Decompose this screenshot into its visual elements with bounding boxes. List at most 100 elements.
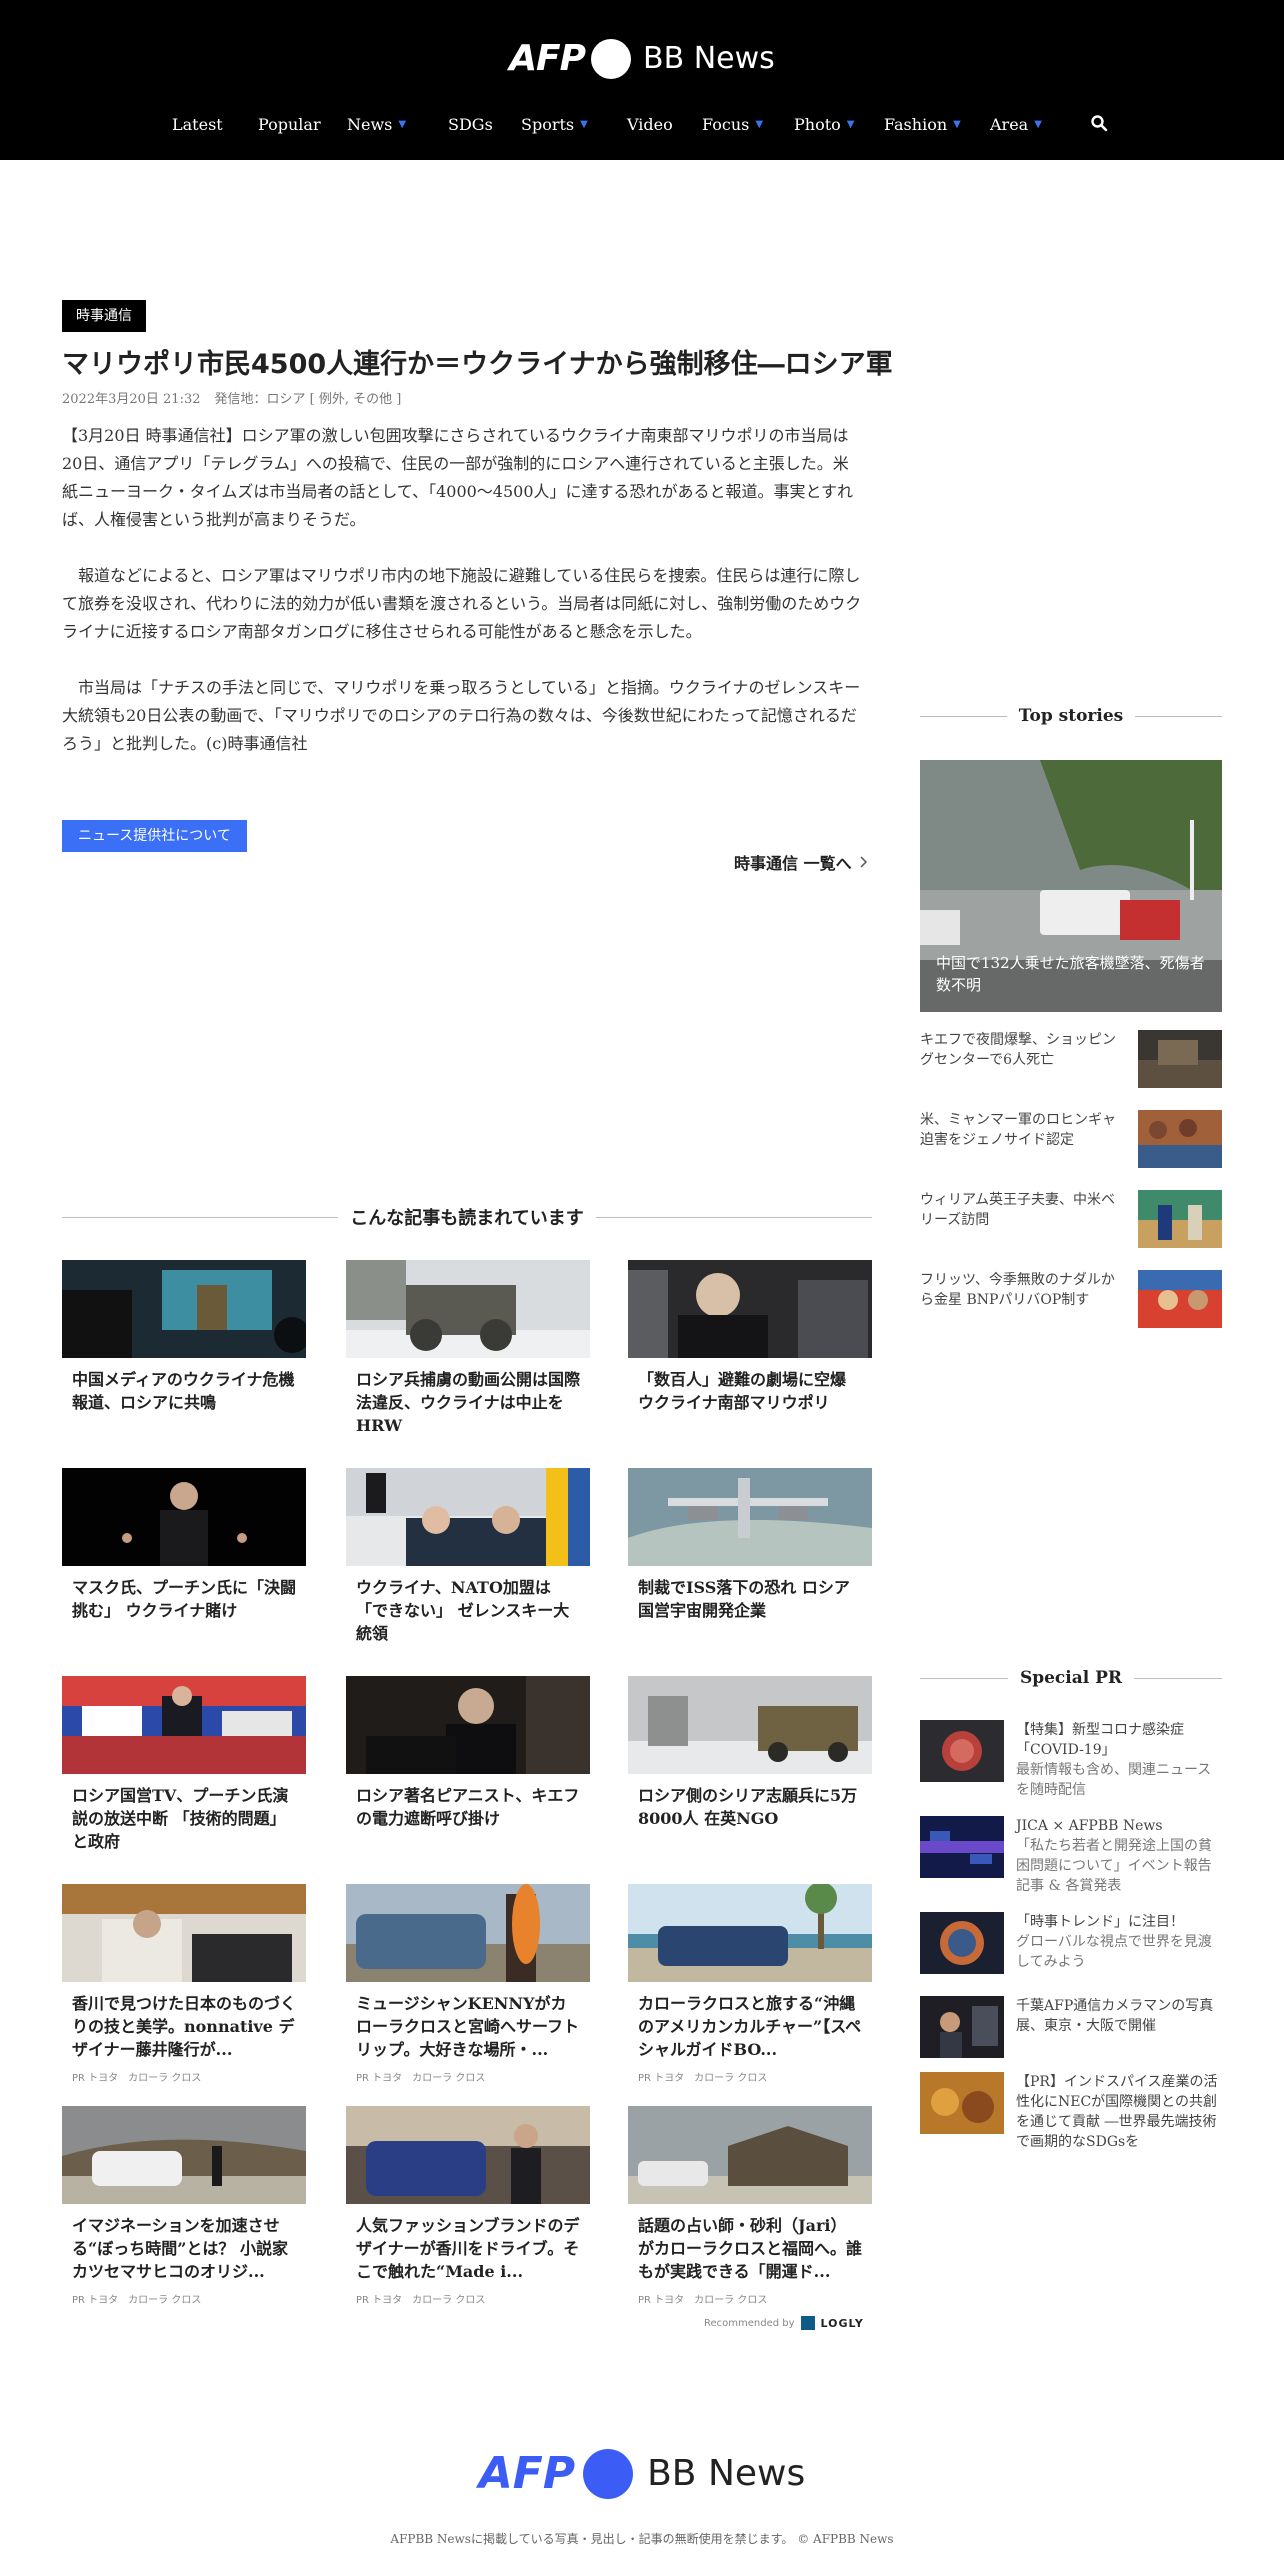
card-title: マスク氏、プーチン氏に「決闘挑む」 ウクライナ賭け — [72, 1578, 297, 1620]
recommended-card[interactable]: ロシア国営TV、プーチン氏演説の放送中断 「技術的問題」と政府 — [62, 1676, 306, 1853]
recommended-card[interactable]: マスク氏、プーチン氏に「決闘挑む」 ウクライナ賭け — [62, 1468, 306, 1622]
recommended-card[interactable]: ロシア側のシリア志願兵に5万8000人 在英NGO — [628, 1676, 872, 1830]
recommended-card[interactable]: ウクライナ、NATO加盟は「できない」 ゼレンスキー大統領 — [346, 1468, 590, 1645]
top-stories-heading-text: Top stories — [1018, 706, 1124, 726]
thumbnail-image — [346, 1468, 590, 1566]
nav-latest[interactable]: Latest — [172, 115, 223, 134]
top-story-title: 米、ミャンマー軍のロヒンギャ迫害をジェノサイド認定 — [920, 1112, 1116, 1148]
card-title: ウクライナ、NATO加盟は「できない」 ゼレンスキー大統領 — [356, 1578, 570, 1643]
special-pr-item[interactable]: JICA × AFPBB News 「私たち若者と開発途上国の貧困問題について」イ… — [920, 1816, 1222, 1896]
recommended-card[interactable]: カローラクロスと旅する“沖縄のアメリカンカルチャー”【スペシャルガイドBO...… — [628, 1884, 872, 2084]
nav-focus[interactable]: Focus ▼ — [702, 115, 763, 134]
source-badge[interactable]: 時事通信 — [62, 300, 146, 332]
card-title: 「数百人」避難の劇場に空爆 ウクライナ南部マリウポリ — [638, 1370, 847, 1412]
recommended-card[interactable]: 人気ファッションブランドのデザイナーが香川をドライブ。そこで触れた“Made i… — [346, 2106, 590, 2306]
top-story-thumb — [1138, 1190, 1222, 1248]
thumbnail-image — [62, 1468, 306, 1566]
footer-logo[interactable]: AFP BB News — [0, 2448, 1284, 2499]
special-pr-item[interactable]: 千葉AFP通信カメラマンの写真展、東京・大阪で開催 — [920, 1996, 1222, 2058]
article-paragraph: 【3月20日 時事通信社】ロシア軍の激しい包囲攻撃にさらされているウクライナ南東… — [62, 426, 854, 529]
divider — [595, 1216, 872, 1218]
top-story-thumb — [1138, 1270, 1222, 1328]
recommended-card[interactable]: 制裁でISS落下の恐れ ロシア国営宇宙開発企業 — [628, 1468, 872, 1622]
card-title: ロシア国営TV、プーチン氏演説の放送中断 「技術的問題」と政府 — [72, 1786, 289, 1851]
special-pr-item[interactable]: 「時事トレンド」に注目！ グローバルな視点で世界を見渡してみよう — [920, 1912, 1222, 1974]
nav-sports[interactable]: Sports ▼ — [521, 115, 588, 134]
thumbnail-image — [62, 1676, 306, 1774]
nav-news[interactable]: News ▼ — [347, 115, 406, 134]
card-title: ミュージシャンKENNYがカローラクロスと宮崎へサーフトリップ。大好きな場所・.… — [356, 1994, 580, 2059]
nav-popular[interactable]: Popular — [258, 115, 321, 134]
nav-label: Photo — [794, 114, 841, 134]
logo-afp-text: AFP — [509, 38, 586, 79]
thumbnail-image — [628, 1676, 872, 1774]
pr-item-sub: 最新情報も含め、関連ニュースを随時配信 — [1016, 1762, 1212, 1798]
pr-item-text: 「時事トレンド」に注目！ グローバルな視点で世界を見渡してみよう — [1016, 1912, 1222, 1974]
nav-sdgs[interactable]: SDGs — [448, 115, 493, 134]
pr-label: PR トヨタ カローラ クロス — [72, 2295, 202, 2306]
pr-label: PR トヨタ カローラ クロス — [356, 2295, 486, 2306]
recommended-card[interactable]: 「数百人」避難の劇場に空爆 ウクライナ南部マリウポリ — [628, 1260, 872, 1414]
provider-info-button[interactable]: ニュース提供社について — [62, 820, 247, 852]
article-paragraph: 報道などによると、ロシア軍はマリウポリ市内の地下施設に避難している住民らを捜索。… — [62, 566, 862, 641]
footer-logo-bb-text: BB News — [647, 2453, 806, 2494]
top-story-title: キエフで夜間爆撃、ショッピングセンターで6人死亡 — [920, 1032, 1116, 1068]
pr-item-text: 千葉AFP通信カメラマンの写真展、東京・大阪で開催 — [1016, 1996, 1222, 2058]
top-story-item[interactable]: 米、ミャンマー軍のロヒンギャ迫害をジェノサイド認定 — [920, 1110, 1222, 1172]
nav-label: Fashion — [884, 114, 948, 134]
logly-logo-text: LOGLY — [820, 2316, 864, 2330]
card-title: ロシア著名ピアニスト、キエフの電力遮断呼び掛け — [356, 1786, 580, 1828]
footer-logo-ball-icon — [583, 2448, 634, 2499]
recommended-card[interactable]: ロシア著名ピアニスト、キエフの電力遮断呼び掛け — [346, 1676, 590, 1830]
top-story-item[interactable]: フリッツ、今季無敗のナダルから金星 BNPパリバOP制す — [920, 1270, 1222, 1332]
recommended-card[interactable]: ミュージシャンKENNYがカローラクロスと宮崎へサーフトリップ。大好きな場所・.… — [346, 1884, 590, 2084]
chevron-down-icon: ▼ — [1034, 118, 1042, 130]
nav-label: Area — [990, 114, 1029, 134]
recommended-card[interactable]: ロシア兵捕虜の動画公開は国際法違反、ウクライナは中止を HRW — [346, 1260, 590, 1437]
top-story-item[interactable]: キエフで夜間爆撃、ショッピングセンターで6人死亡 — [920, 1030, 1222, 1092]
chevron-down-icon: ▼ — [755, 118, 764, 130]
recommended-card[interactable]: 話題の占い師・砂利（Jari）がカローラクロスと福岡へ。誰もが実践できる「開運ド… — [628, 2106, 872, 2306]
recommended-card[interactable]: 中国メディアのウクライナ危機報道、ロシアに共鳴 — [62, 1260, 306, 1414]
pr-item-title: JICA × AFPBB News — [1016, 1818, 1163, 1834]
nav-fashion[interactable]: Fashion ▼ — [884, 115, 961, 134]
pr-item-title: 千葉AFP通信カメラマンの写真展、東京・大阪で開催 — [1016, 1998, 1214, 2034]
special-pr-item[interactable]: 【PR】インドスパイス産業の活性化にNECが国際機関との共創を通じて貢献 ―世界… — [920, 2072, 1222, 2152]
pr-label: PR トヨタ カローラ クロス — [638, 2295, 768, 2306]
card-title: 中国メディアのウクライナ危機報道、ロシアに共鳴 — [72, 1370, 295, 1412]
site-header: AFP BB News Latest Popular News ▼ SDGs Sp… — [0, 0, 1284, 160]
top-story-hero[interactable]: 中国で132人乗せた旅客機墜落、死傷者数不明 — [920, 760, 1222, 1012]
card-title: イマジネーションを加速させる“ぼっち時間”とは？ 小説家カツセマサヒコのオリジ.… — [72, 2216, 288, 2281]
pr-item-sub: 「私たち若者と開発途上国の貧困問題について」イベント報告記事 & 各賞発表 — [1016, 1838, 1212, 1894]
nav-photo[interactable]: Photo ▼ — [794, 115, 854, 134]
divider — [62, 1216, 339, 1218]
card-title: ロシア側のシリア志願兵に5万8000人 在英NGO — [638, 1786, 858, 1828]
search-icon[interactable] — [1090, 114, 1108, 132]
nav-label: Video — [627, 114, 673, 134]
pr-item-text: 【PR】インドスパイス産業の活性化にNECが国際機関との共創を通じて貢献 ―世界… — [1016, 2072, 1222, 2152]
recommended-by[interactable]: Recommended by LOGLY — [704, 2316, 864, 2330]
nav-video[interactable]: Video — [627, 115, 673, 134]
special-pr-heading-text: Special PR — [1019, 1668, 1123, 1688]
thumbnail-image — [628, 1884, 872, 1982]
article-date: 2022年3月20日 21:32 — [62, 392, 201, 407]
chevron-down-icon: ▼ — [846, 118, 855, 130]
top-story-item[interactable]: ウィリアム英王子夫妻、中米ベリーズ訪問 — [920, 1190, 1222, 1252]
recommended-card[interactable]: イマジネーションを加速させる“ぼっち時間”とは？ 小説家カツセマサヒコのオリジ.… — [62, 2106, 306, 2306]
provider-list-label: 時事通信 一覧へ — [734, 854, 852, 873]
thumbnail-image — [628, 1468, 872, 1566]
provider-list-link[interactable]: 時事通信 一覧へ — [734, 850, 868, 874]
recommended-card[interactable]: 香川で見つけた日本のものづくりの技と美学。nonnative デザイナー藤井隆行… — [62, 1884, 306, 2084]
thumbnail-image — [62, 1884, 306, 1982]
special-pr-item[interactable]: 【特集】新型コロナ感染症「COVID-19」 最新情報も含め、関連ニュースを随時配… — [920, 1720, 1222, 1800]
copyright-text: AFPBB Newsに掲載している写真・見出し・記事の無断使用を禁じます。 © … — [390, 2532, 894, 2546]
divider — [1135, 715, 1223, 717]
site-logo[interactable]: AFP BB News — [0, 38, 1284, 79]
top-story-thumb — [1138, 1030, 1222, 1088]
thumbnail-image — [628, 2106, 872, 2204]
card-title: 香川で見つけた日本のものづくりの技と美学。nonnative デザイナー藤井隆行… — [72, 1994, 297, 2059]
divider — [1134, 1677, 1222, 1679]
thumbnail-image — [628, 1260, 872, 1358]
photo-exhibition-thumb — [920, 1996, 1004, 2058]
nav-area[interactable]: Area ▼ — [990, 115, 1042, 134]
